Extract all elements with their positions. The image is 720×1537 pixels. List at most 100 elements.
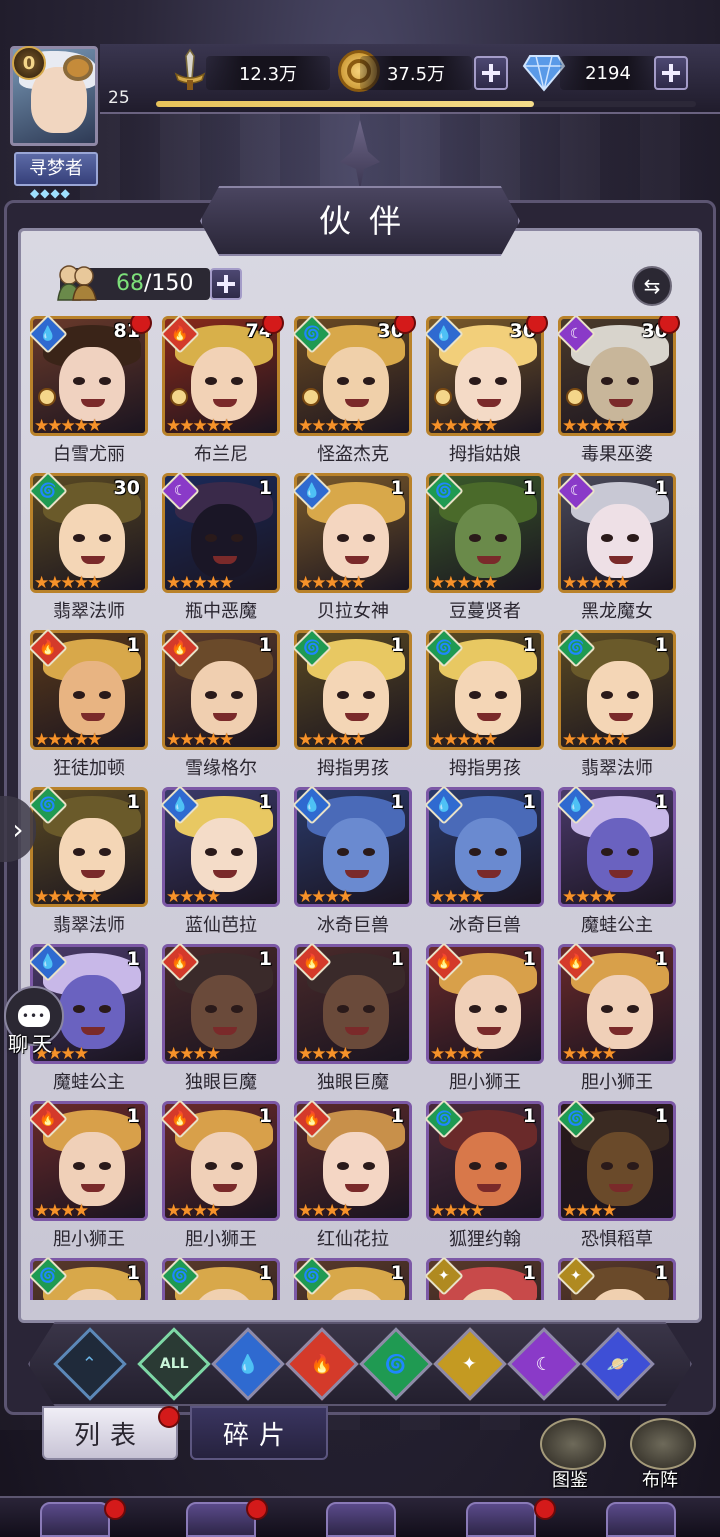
hero-name: 翡翠法师 (581, 758, 653, 779)
diamond-value: 2194 (560, 56, 656, 90)
hero-card[interactable]: 🔥 1 ★★★★★ 狂徒加顿 (30, 628, 148, 780)
portrait-eye (337, 1005, 349, 1013)
light-icon: ✦ (462, 1353, 478, 1375)
portrait-eye (99, 377, 111, 385)
hero-card[interactable]: ✦1★★★★ (424, 1256, 544, 1300)
nav-item-1[interactable] (40, 1502, 110, 1537)
hero-card[interactable]: 🌀1★★★★ (292, 1256, 412, 1300)
hero-level: 1 (126, 1262, 140, 1284)
add-diamond-button[interactable] (654, 56, 688, 90)
hero-stars: ★★★★ (430, 1044, 485, 1064)
hero-card[interactable]: 🌀1★★★★ (160, 1256, 280, 1300)
hero-name: 贝拉女神 (317, 601, 389, 622)
hero-stars: ★★★★ (562, 887, 617, 907)
portrait-face (191, 1132, 257, 1206)
hero-card[interactable]: 🌀 1 ★★★★★ 翡翠法师 (30, 785, 148, 937)
hero-card[interactable]: 🔥 1 ★★★★ 胆小狮王 (424, 942, 544, 1094)
hero-card[interactable]: 🔥 1 ★★★★ 胆小狮王 (556, 942, 676, 1094)
sort-swap-button[interactable]: ⇆ (632, 266, 672, 306)
portrait-eye (495, 377, 507, 385)
nav-item-4[interactable] (466, 1502, 536, 1537)
hero-rank-badge-icon (566, 388, 584, 406)
hero-level: 1 (390, 948, 404, 970)
hero-card[interactable]: 🌀 30 ★★★★★ 翡翠法师 (30, 471, 148, 623)
title-rank-stars: ◆◆◆◆ (30, 186, 71, 200)
hero-card[interactable]: 🌀 30 ★★★★★ 怪盗杰克 (292, 316, 416, 466)
portrait-face (323, 347, 389, 421)
hero-card[interactable]: 🌀 1 ★★★★★ 豆蔓贤者 (424, 471, 544, 623)
power-value: 12.3万 (206, 56, 330, 90)
hero-level: 1 (654, 948, 668, 970)
tab-shards[interactable]: 碎片 (190, 1406, 328, 1460)
portrait-face (455, 1132, 521, 1206)
hero-card[interactable]: 💧 81 ★★★★★ 白雪尤丽 (30, 316, 152, 466)
hero-name: 魔蛙公主 (581, 915, 653, 936)
hero-card[interactable]: 🌀 1 ★★★★★ 拇指男孩 (424, 628, 544, 780)
codex-button[interactable] (540, 1418, 606, 1470)
portrait-eye (231, 691, 243, 699)
hero-card[interactable]: ☾ 1 ★★★★★ 瓶中恶魔 (160, 471, 280, 623)
hero-card[interactable]: 🌀 1 ★★★★ 恐惧稻草 (556, 1099, 676, 1251)
formation-button[interactable] (630, 1418, 696, 1470)
hero-card[interactable]: 💧 1 ★★★★ 蓝仙芭拉 (160, 785, 280, 937)
hero-stars: ★★★★ (298, 887, 353, 907)
hero-card[interactable]: 🔥 1 ★★★★★ 雪缘格尔 (160, 628, 280, 780)
hero-card[interactable]: ✦1★★★★ (556, 1256, 676, 1300)
hero-name: 胆小狮王 (185, 1229, 257, 1250)
hero-card[interactable]: 🔥 1 ★★★★ 独眼巨魔 (160, 942, 280, 1094)
xp-bar (156, 101, 696, 107)
nav-item-5[interactable] (606, 1502, 676, 1537)
hero-card[interactable]: 💧 1 ★★★★★ 贝拉女神 (292, 471, 412, 623)
hero-card[interactable]: 🌀 1 ★★★★★ 拇指男孩 (292, 628, 412, 780)
hero-name: 怪盗杰克 (317, 444, 389, 465)
portrait-eye (205, 691, 217, 699)
hero-stars: ★★★★★ (166, 416, 234, 436)
hero-stars: ★★★★ (430, 1201, 485, 1221)
portrait-eye (363, 1162, 375, 1170)
hero-card[interactable]: 💧 1 ★★★★ 冰奇巨兽 (424, 785, 544, 937)
hero-name: 独眼巨魔 (185, 1072, 257, 1093)
hero-stars: ★★★★★ (298, 416, 366, 436)
nav-item-3[interactable] (326, 1502, 396, 1537)
hero-card[interactable]: 🔥 74 ★★★★★ 布兰尼 (160, 316, 284, 466)
portrait-eye (495, 848, 507, 856)
portrait-eye (205, 1162, 217, 1170)
add-gold-button[interactable] (474, 56, 508, 90)
vip-badge[interactable]: 0 (12, 46, 46, 80)
hero-notification-dot (262, 316, 284, 334)
player-title-tag[interactable]: 寻梦者 (14, 152, 98, 186)
portrait-eye (99, 691, 111, 699)
portrait-face (587, 347, 653, 421)
hero-name: 拇指男孩 (317, 758, 389, 779)
hero-name: 瓶中恶魔 (185, 601, 257, 622)
portrait-face (191, 347, 257, 421)
hero-stars: ★★★★ (34, 1201, 89, 1221)
hero-card[interactable]: 🌀 1 ★★★★★ 翡翠法师 (556, 628, 676, 780)
portrait-eye (73, 534, 85, 542)
hero-stars: ★★★★ (166, 1044, 221, 1064)
expand-capacity-button[interactable] (210, 268, 242, 300)
hero-card[interactable]: 🔥 1 ★★★★ 胆小狮王 (30, 1099, 148, 1251)
hero-name: 恐惧稻草 (581, 1229, 653, 1250)
hero-card[interactable]: 💧 1 ★★★★ 冰奇巨兽 (292, 785, 412, 937)
hero-level: 1 (258, 634, 272, 656)
hero-card[interactable]: 🔥 1 ★★★★ 红仙花拉 (292, 1099, 412, 1251)
hero-card[interactable]: 🌀 1 ★★★★ 狐狸约翰 (424, 1099, 544, 1251)
hero-card[interactable]: 🌀1★★★★ (30, 1256, 148, 1300)
portrait-face (587, 975, 653, 1049)
hero-name: 胆小狮王 (53, 1229, 125, 1250)
hero-card[interactable]: 🔥 1 ★★★★ 胆小狮王 (160, 1099, 280, 1251)
hero-card[interactable]: ☾ 1 ★★★★★ 黑龙魔女 (556, 471, 676, 623)
hero-level: 1 (654, 477, 668, 499)
hero-card[interactable]: ☾ 30 ★★★★★ 毒果巫婆 (556, 316, 680, 466)
portrait-eye (495, 534, 507, 542)
portrait-face (59, 1132, 125, 1206)
hero-card[interactable]: 💧 1 ★★★★ 魔蛙公主 (556, 785, 676, 937)
hero-stars: ★★★★ (562, 1044, 617, 1064)
hero-card[interactable]: 💧 30 ★★★★★ 拇指姑娘 (424, 316, 548, 466)
portrait-eye (495, 1005, 507, 1013)
hero-card[interactable]: 🔥 1 ★★★★ 独眼巨魔 (292, 942, 412, 1094)
hero-level: 1 (522, 634, 536, 656)
nav-item-4-dot (534, 1498, 556, 1520)
hero-level: 1 (390, 791, 404, 813)
